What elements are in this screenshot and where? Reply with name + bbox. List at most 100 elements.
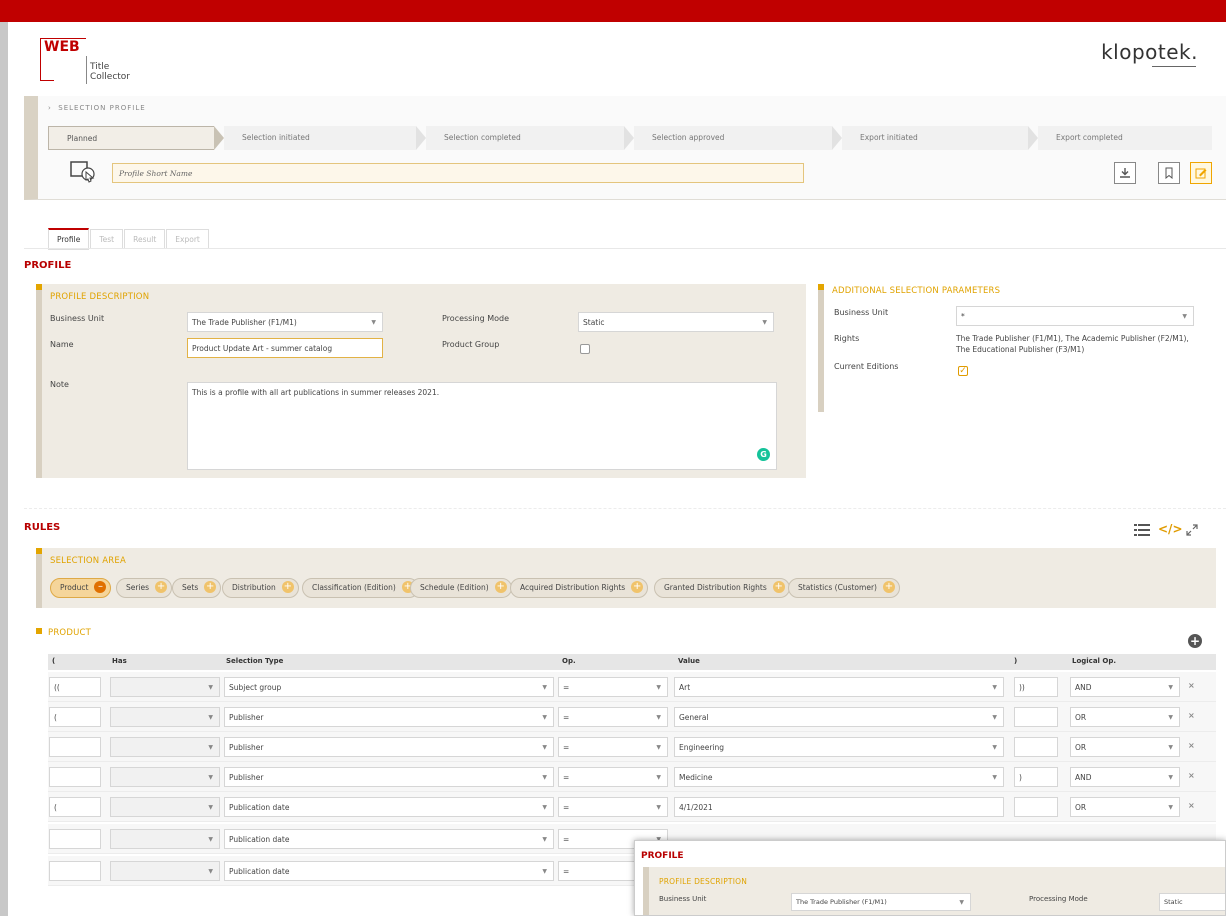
logical-op-select-value: AND — [1075, 773, 1092, 782]
step-selection-approved[interactable]: Selection approved — [634, 126, 832, 150]
logical-op-select[interactable]: AND ▼ — [1070, 677, 1180, 697]
value-input-value: Engineering — [679, 743, 724, 752]
close-paren-input[interactable]: )) — [1014, 677, 1058, 697]
step-export-completed[interactable]: Export completed — [1038, 126, 1212, 150]
has-select[interactable]: ▼ — [110, 767, 220, 787]
value-input[interactable]: General ▼ — [674, 707, 1004, 727]
selection-profile-panel: › SELECTION PROFILE Planned Selection in… — [24, 96, 1226, 200]
step-arrow — [1028, 126, 1038, 150]
chip-series[interactable]: Series + — [116, 578, 173, 598]
operator-select[interactable]: =▼ — [558, 767, 668, 787]
add-rule-button[interactable]: + — [1188, 634, 1202, 648]
step-export-initiated[interactable]: Export initiated — [842, 126, 1028, 150]
logical-op-select[interactable]: AND ▼ — [1070, 767, 1180, 787]
value-input-value: 4/1/2021 — [679, 803, 713, 812]
profile-description-panel: PROFILE DESCRIPTION Business Unit The Tr… — [36, 284, 806, 478]
has-select[interactable]: ▼ — [110, 861, 220, 881]
chip-sets[interactable]: Sets + — [172, 578, 222, 598]
additional-business-unit-select[interactable]: * ▼ — [956, 306, 1194, 326]
has-select[interactable]: ▼ — [110, 737, 220, 757]
expand-icon[interactable] — [1186, 524, 1198, 539]
operator-select[interactable]: =▼ — [558, 737, 668, 757]
chevron-down-icon: ▼ — [542, 804, 547, 811]
step-arrow — [214, 126, 224, 150]
chip-distribution[interactable]: Distribution + — [222, 578, 299, 598]
processing-mode-select[interactable]: Static ▼ — [578, 312, 774, 332]
remove-row-icon[interactable]: × — [1188, 681, 1195, 690]
overlay-processing-mode-select[interactable]: Static — [1159, 893, 1225, 911]
value-input[interactable]: Medicine ▼ — [674, 767, 1004, 787]
chip-granted-distribution-rights[interactable]: Granted Distribution Rights + — [654, 578, 790, 598]
selection-type-select[interactable]: Publisher ▼ — [224, 707, 554, 727]
selection-type-select[interactable]: Publisher ▼ — [224, 737, 554, 757]
logical-op-select[interactable]: OR ▼ — [1070, 797, 1180, 817]
value-input[interactable]: Engineering ▼ — [674, 737, 1004, 757]
chevron-down-icon: ▼ — [1168, 744, 1173, 751]
step-selection-completed[interactable]: Selection completed — [426, 126, 624, 150]
remove-row-icon[interactable]: × — [1188, 771, 1195, 780]
bookmark-button[interactable] — [1158, 162, 1180, 184]
step-selection-initiated[interactable]: Selection initiated — [224, 126, 416, 150]
operator-select[interactable]: =▼ — [558, 677, 668, 697]
open-paren-input[interactable]: ( — [49, 707, 101, 727]
chip-product[interactable]: Product – — [50, 578, 112, 598]
open-paren-input[interactable] — [49, 829, 101, 849]
step-planned[interactable]: Planned — [48, 126, 214, 150]
chip-acquired-distribution-rights[interactable]: Acquired Distribution Rights + — [510, 578, 649, 598]
overlay-business-unit-select[interactable]: The Trade Publisher (F1/M1) ▼ — [791, 893, 971, 911]
product-group-checkbox[interactable] — [580, 344, 590, 354]
download-button[interactable] — [1114, 162, 1136, 184]
value-input[interactable]: Art ▼ — [674, 677, 1004, 697]
product-title: PRODUCT — [48, 628, 92, 638]
close-paren-input[interactable] — [1014, 737, 1058, 757]
has-select[interactable]: ▼ — [110, 797, 220, 817]
selection-type-select[interactable]: Publication date ▼ — [224, 829, 554, 849]
current-editions-checkbox[interactable]: ✓ — [958, 366, 968, 376]
note-textarea[interactable]: This is a profile with all art publicati… — [187, 382, 777, 470]
close-paren-input[interactable] — [1014, 707, 1058, 727]
open-paren-input[interactable]: ( — [49, 797, 101, 817]
grammarly-icon[interactable]: G — [757, 448, 770, 461]
operator-select[interactable]: =▼ — [558, 707, 668, 727]
tab-test[interactable]: Test — [90, 229, 124, 249]
name-input[interactable]: Product Update Art - summer catalog — [187, 338, 383, 358]
logical-op-select[interactable]: OR ▼ — [1070, 737, 1180, 757]
profile-short-name-input[interactable]: Profile Short Name — [112, 163, 804, 183]
selection-type-select[interactable]: Publisher ▼ — [224, 767, 554, 787]
open-paren-input[interactable] — [49, 861, 101, 881]
has-select[interactable]: ▼ — [110, 829, 220, 849]
chevron-down-icon: ▼ — [208, 714, 213, 721]
business-unit-select[interactable]: The Trade Publisher (F1/M1) ▼ — [187, 312, 383, 332]
selection-type-select[interactable]: Subject group ▼ — [224, 677, 554, 697]
plus-circle-icon: + — [772, 581, 785, 593]
list-view-icon[interactable] — [1134, 524, 1150, 539]
open-paren-input[interactable]: (( — [49, 677, 101, 697]
chip-statistics-customer[interactable]: Statistics (Customer) + — [788, 578, 900, 598]
edit-button[interactable] — [1190, 162, 1212, 184]
plus-circle-icon: + — [631, 581, 644, 593]
tab-export[interactable]: Export — [166, 229, 209, 249]
plus-circle-icon: + — [494, 581, 507, 593]
code-view-icon[interactable]: </> — [1158, 522, 1183, 536]
remove-row-icon[interactable]: × — [1188, 801, 1195, 810]
klopotek-logo: klopotek. — [1101, 40, 1198, 64]
rights-label: Rights — [834, 334, 860, 343]
chip-schedule[interactable]: Schedule (Edition) + — [410, 578, 512, 598]
overlay-description-title: PROFILE DESCRIPTION — [659, 877, 748, 886]
selection-type-select[interactable]: Publication date ▼ — [224, 797, 554, 817]
close-paren-input[interactable] — [1014, 797, 1058, 817]
open-paren-input[interactable] — [49, 767, 101, 787]
logical-op-select[interactable]: OR ▼ — [1070, 707, 1180, 727]
selection-type-select[interactable]: Publication date ▼ — [224, 861, 554, 881]
has-select[interactable]: ▼ — [110, 707, 220, 727]
operator-select[interactable]: =▼ — [558, 797, 668, 817]
open-paren-input[interactable] — [49, 737, 101, 757]
remove-row-icon[interactable]: × — [1188, 711, 1195, 720]
tab-profile[interactable]: Profile — [48, 228, 90, 250]
remove-row-icon[interactable]: × — [1188, 741, 1195, 750]
chip-classification[interactable]: Classification (Edition) + — [302, 578, 419, 598]
value-input[interactable]: 4/1/2021 — [674, 797, 1004, 817]
tab-result[interactable]: Result — [124, 229, 166, 249]
has-select[interactable]: ▼ — [110, 677, 220, 697]
close-paren-input[interactable]: ) — [1014, 767, 1058, 787]
